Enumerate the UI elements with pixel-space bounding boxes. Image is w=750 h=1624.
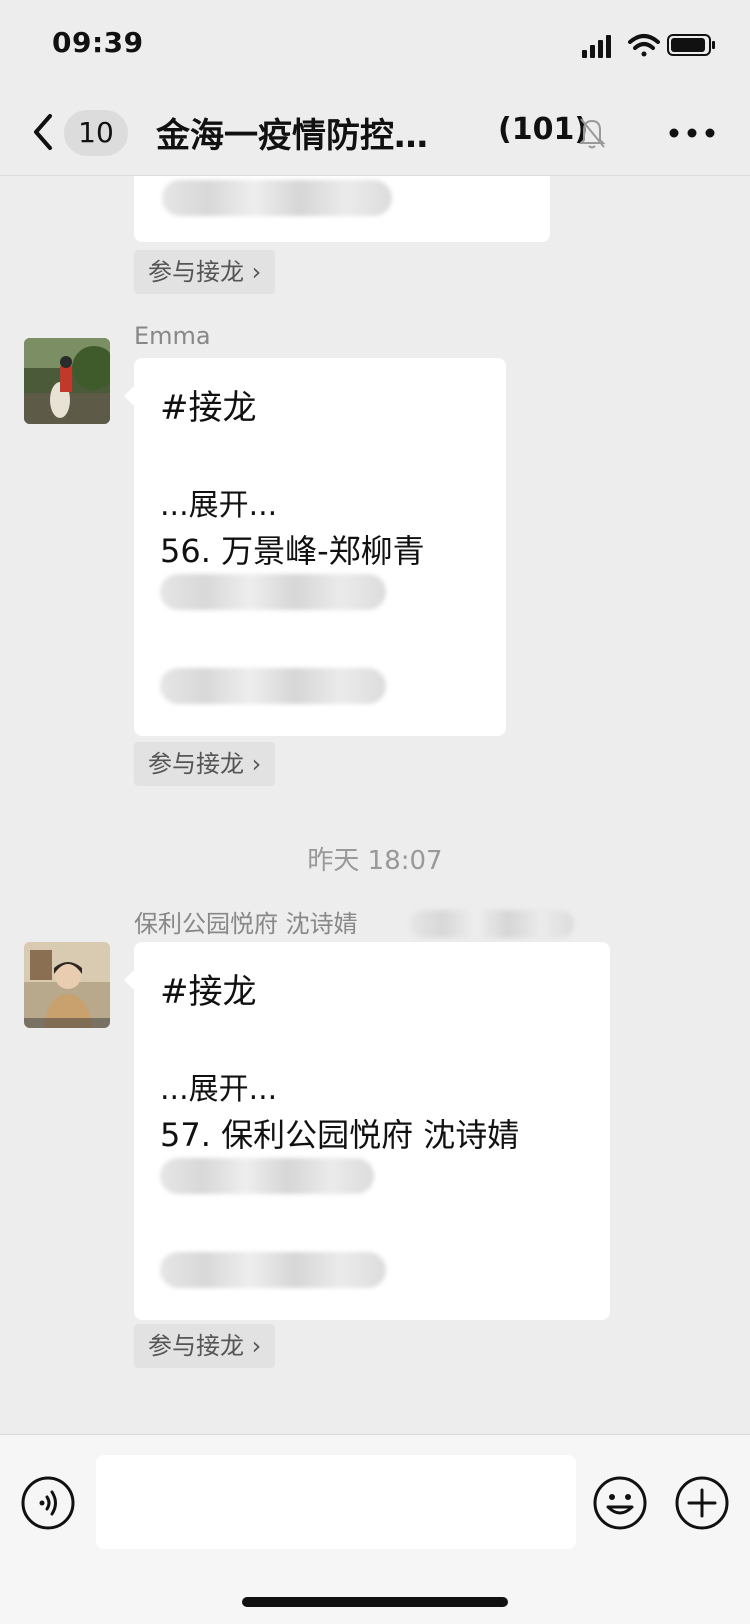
- input-bar: [0, 1434, 750, 1624]
- back-icon[interactable]: [28, 112, 58, 152]
- expand-link[interactable]: ...展开...: [160, 480, 277, 524]
- wifi-icon: [628, 34, 660, 57]
- redacted-text: [410, 910, 574, 938]
- sender-name: 保利公园悦府 沈诗婧: [134, 910, 358, 938]
- status-time: 09:39: [52, 26, 144, 59]
- status-bar: 09:39: [0, 0, 750, 90]
- solitaire-message-bubble[interactable]: #接龙 ...展开... 56. 万景峰-郑柳青: [124, 358, 506, 736]
- solitaire-message-bubble[interactable]: #接龙 ...展开... 57. 保利公园悦府 沈诗婧: [124, 942, 610, 1320]
- redacted-text: [160, 668, 386, 704]
- redacted-text: [162, 180, 392, 216]
- join-solitaire-button[interactable]: 参与接龙 ›: [134, 250, 276, 294]
- solitaire-tag: #接龙: [160, 972, 257, 1012]
- expand-link[interactable]: ...展开...: [160, 1064, 277, 1108]
- join-solitaire-button[interactable]: 参与接龙 ›: [134, 742, 276, 786]
- bubble-tail: [124, 970, 134, 990]
- more-icon[interactable]: [668, 128, 716, 138]
- redacted-text: [160, 574, 386, 610]
- solitaire-entry: 57. 保利公园悦府 沈诗婧: [160, 1116, 520, 1154]
- unread-badge[interactable]: 10: [64, 110, 128, 156]
- chat-title: 金海一疫情防控…: [156, 116, 428, 156]
- message-bubble[interactable]: [134, 176, 550, 242]
- avatar[interactable]: [24, 338, 110, 424]
- avatar[interactable]: [24, 942, 110, 1028]
- emoji-icon[interactable]: [592, 1475, 648, 1531]
- redacted-text: [160, 1158, 374, 1194]
- status-icons: [582, 34, 715, 58]
- timestamp: 昨天 18:07: [307, 846, 443, 876]
- home-indicator[interactable]: [242, 1597, 508, 1607]
- avatar-photo: [24, 338, 110, 424]
- voice-icon[interactable]: [20, 1475, 76, 1531]
- sender-name: Emma: [134, 322, 211, 350]
- join-solitaire-button[interactable]: 参与接龙 ›: [134, 1324, 276, 1368]
- plus-icon[interactable]: [674, 1475, 730, 1531]
- chat-header: 10 金海一疫情防控… (101): [0, 90, 750, 176]
- battery-icon: [667, 34, 715, 56]
- mute-bell-icon: [578, 118, 606, 149]
- message-input[interactable]: [96, 1455, 576, 1549]
- signal-icon: [582, 35, 611, 58]
- avatar-photo: [24, 942, 110, 1028]
- message-list[interactable]: 参与接龙 › Emma #接龙 ...展开... 56. 万景峰-郑柳青 参与接…: [0, 176, 750, 1434]
- solitaire-entry: 56. 万景峰-郑柳青: [160, 532, 425, 570]
- bubble-tail: [124, 386, 134, 406]
- member-count: (101): [498, 112, 589, 147]
- solitaire-tag: #接龙: [160, 388, 257, 428]
- redacted-text: [160, 1252, 386, 1288]
